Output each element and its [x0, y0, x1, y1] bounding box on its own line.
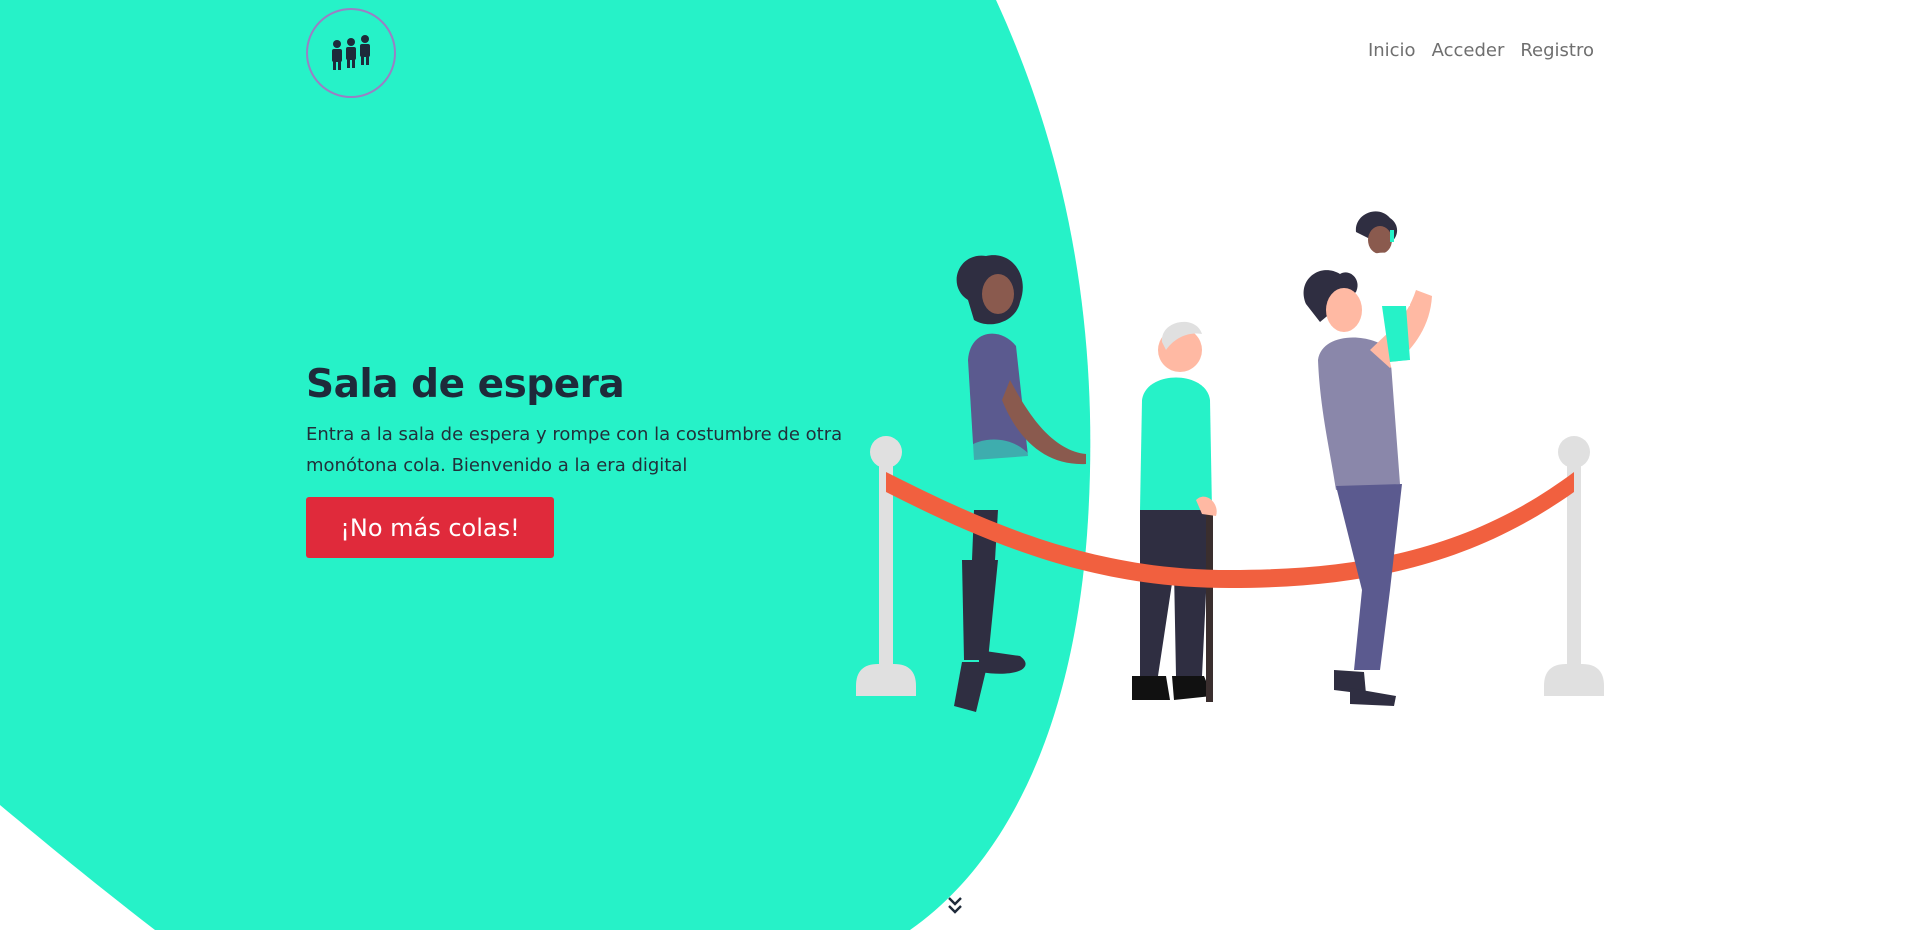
landing-page: Inicio Acceder Registro Sala de espera E…: [0, 0, 1908, 930]
hero-section: Sala de espera Entra a la sala de espera…: [306, 362, 846, 558]
hero-title: Sala de espera: [306, 362, 625, 407]
double-chevron-down-icon[interactable]: [946, 894, 964, 918]
nav-link-inicio[interactable]: Inicio: [1368, 40, 1416, 61]
woman-figure: [950, 255, 1086, 712]
nav-link-acceder[interactable]: Acceder: [1432, 40, 1505, 61]
hero-description: Entra a la sala de espera y rompe con la…: [306, 424, 843, 476]
elderly-figure: [1132, 321, 1217, 702]
man-with-child-figure: [1303, 211, 1432, 706]
nav-link-registro[interactable]: Registro: [1520, 40, 1594, 61]
main-nav: Inicio Acceder Registro: [1368, 40, 1594, 61]
people-waiting-queue-illustration: [856, 211, 1604, 712]
people-queue-icon: [332, 35, 370, 70]
cta-button[interactable]: ¡No más colas!: [306, 497, 554, 558]
logo[interactable]: [306, 8, 396, 98]
